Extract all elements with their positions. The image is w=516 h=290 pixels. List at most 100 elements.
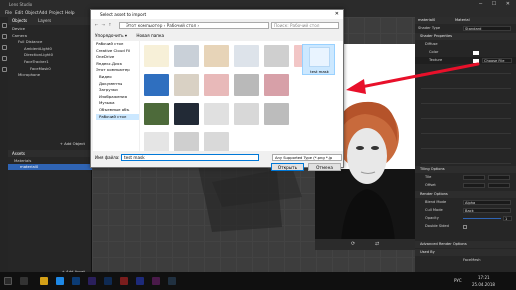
file-thumb[interactable] [234, 103, 259, 125]
clock-time[interactable]: 17:21 [478, 275, 490, 280]
dialog-nav-buttons[interactable]: ← → ↑ [95, 22, 113, 27]
open-button[interactable]: Открыть [271, 163, 304, 171]
search-icon[interactable] [20, 277, 28, 285]
filetype-select[interactable]: Any Supported Type (*.png *.jp [272, 154, 342, 161]
sidebar-item[interactable]: OneDrive [96, 54, 139, 61]
new-folder-button[interactable]: Новая папка [136, 33, 164, 38]
shader-properties-section[interactable]: Shader Properties [415, 33, 516, 40]
edge-icon[interactable] [56, 277, 64, 285]
tree-item[interactable]: Camera [8, 33, 91, 40]
blend-mode-select[interactable]: Alpha [463, 200, 511, 205]
file-thumb[interactable] [174, 103, 199, 125]
render-options-section[interactable]: Render Options [415, 191, 516, 198]
app-icon[interactable] [152, 277, 160, 285]
sidebar-item[interactable]: Видео [96, 74, 139, 81]
app-icon[interactable] [120, 277, 128, 285]
preview-tool-icon[interactable] [1, 67, 7, 72]
tree-item[interactable]: FaceTracker1 [8, 59, 91, 66]
menu-add[interactable]: Add [39, 9, 47, 17]
tree-item[interactable]: DirectionLight0 [8, 52, 91, 59]
tree-item[interactable]: AmbientLight0 [8, 46, 91, 53]
app-icon[interactable] [88, 277, 96, 285]
file-thumb[interactable] [204, 74, 229, 96]
menu-edit[interactable]: Edit [15, 9, 23, 17]
camera-tool-icon[interactable] [1, 56, 7, 61]
sidebar-item[interactable]: Изображения [96, 94, 139, 101]
sidebar-item[interactable]: Creative Cloud Fil [96, 48, 139, 55]
file-thumb[interactable] [144, 132, 169, 151]
add-object-button[interactable]: + Add Object [60, 141, 85, 146]
cancel-button[interactable]: Отмена [308, 163, 341, 171]
sidebar-item[interactable]: Рабочий стол [96, 41, 139, 48]
file-thumb[interactable] [264, 45, 289, 67]
app-icon[interactable] [104, 277, 112, 285]
tab-objects[interactable]: Objects [12, 17, 27, 25]
rotate-tool-icon[interactable] [1, 34, 7, 39]
file-thumb[interactable] [144, 74, 169, 96]
tile-y-input[interactable] [488, 175, 510, 180]
move-tool-icon[interactable] [1, 23, 7, 28]
file-thumb[interactable] [174, 45, 199, 67]
color-swatch[interactable] [473, 50, 479, 55]
sidebar-item[interactable]: Этот компьютер [96, 67, 139, 74]
offset-x-input[interactable] [463, 183, 485, 188]
file-thumb[interactable] [264, 74, 289, 96]
file-thumb[interactable] [144, 103, 169, 125]
sidebar-item[interactable]: Музыка [96, 100, 139, 107]
window-controls[interactable]: ─ ☐ ✕ [479, 0, 514, 9]
menu-object[interactable]: Object [25, 9, 39, 17]
tiling-options-section[interactable]: Tiling Options [415, 166, 516, 173]
sidebar-item-selected[interactable]: Рабочий стол [96, 113, 139, 121]
dialog-close-icon[interactable]: ✕ [335, 10, 339, 19]
dialog-search-input[interactable]: Поиск: Рабочий стол [271, 22, 339, 29]
sidebar-item[interactable]: Документы [96, 81, 139, 88]
opacity-slider[interactable] [463, 218, 501, 219]
file-thumb[interactable] [234, 74, 259, 96]
shader-type-select[interactable]: Standard [463, 26, 511, 31]
file-thumb[interactable] [204, 45, 229, 67]
sidebar-item[interactable]: Объемные объ [96, 107, 139, 114]
camera-switch-icon[interactable]: ⇄ [375, 239, 379, 250]
filename-input[interactable]: test mask [121, 154, 259, 161]
sidebar-item[interactable]: Загрузки [96, 87, 139, 94]
tab-layers[interactable]: Layers [38, 17, 51, 25]
file-thumb[interactable] [174, 74, 199, 96]
language-indicator[interactable]: РУС [454, 278, 462, 283]
double-sided-checkbox[interactable] [463, 224, 467, 229]
tree-item[interactable]: Device [8, 26, 91, 33]
offset-y-input[interactable] [488, 183, 510, 188]
opacity-input[interactable]: 1 [503, 216, 512, 221]
tree-item[interactable]: Full Distance [8, 39, 91, 46]
file-thumb[interactable] [204, 132, 229, 151]
clock-date[interactable]: 25.04.2018 [472, 282, 495, 287]
file-thumb[interactable] [264, 103, 289, 125]
dialog-address-bar[interactable]: Этот компьютер › Рабочий стол › [119, 22, 269, 29]
start-icon[interactable] [4, 277, 12, 285]
file-thumb[interactable] [174, 132, 199, 151]
used-by-section[interactable]: Used By [415, 249, 516, 256]
app-icon[interactable] [72, 277, 80, 285]
refresh-icon[interactable]: ⟳ [351, 239, 355, 250]
asset-item-selected[interactable]: material0 [8, 164, 92, 171]
scale-tool-icon[interactable] [1, 45, 7, 50]
menu-file[interactable]: File [5, 9, 12, 17]
app-icon[interactable] [136, 277, 144, 285]
lens-studio-taskbar-icon[interactable] [168, 277, 176, 285]
tile-x-input[interactable] [463, 175, 485, 180]
file-thumb[interactable] [204, 103, 229, 125]
file-thumb[interactable] [234, 45, 259, 67]
menu-project[interactable]: Project [49, 9, 63, 17]
used-by-value[interactable]: FaceMesh [463, 257, 481, 264]
advanced-render-section[interactable]: Advanced Render Options [415, 241, 516, 248]
tree-item[interactable]: Microphone [8, 72, 91, 79]
sidebar-item[interactable]: Яндекс.Диск [96, 61, 139, 68]
selected-file-item[interactable]: test mask [302, 44, 335, 75]
cull-mode-select[interactable]: Back [463, 208, 511, 213]
organize-button[interactable]: Упорядочить ▾ [95, 33, 127, 38]
explorer-icon[interactable] [40, 277, 48, 285]
tree-item[interactable]: FaceMask0 [8, 66, 91, 73]
file-thumb[interactable] [144, 45, 169, 67]
menu-help[interactable]: Help [65, 9, 75, 17]
choose-file-button[interactable]: Choose File [482, 58, 512, 63]
offset-label: Offset [425, 183, 436, 187]
